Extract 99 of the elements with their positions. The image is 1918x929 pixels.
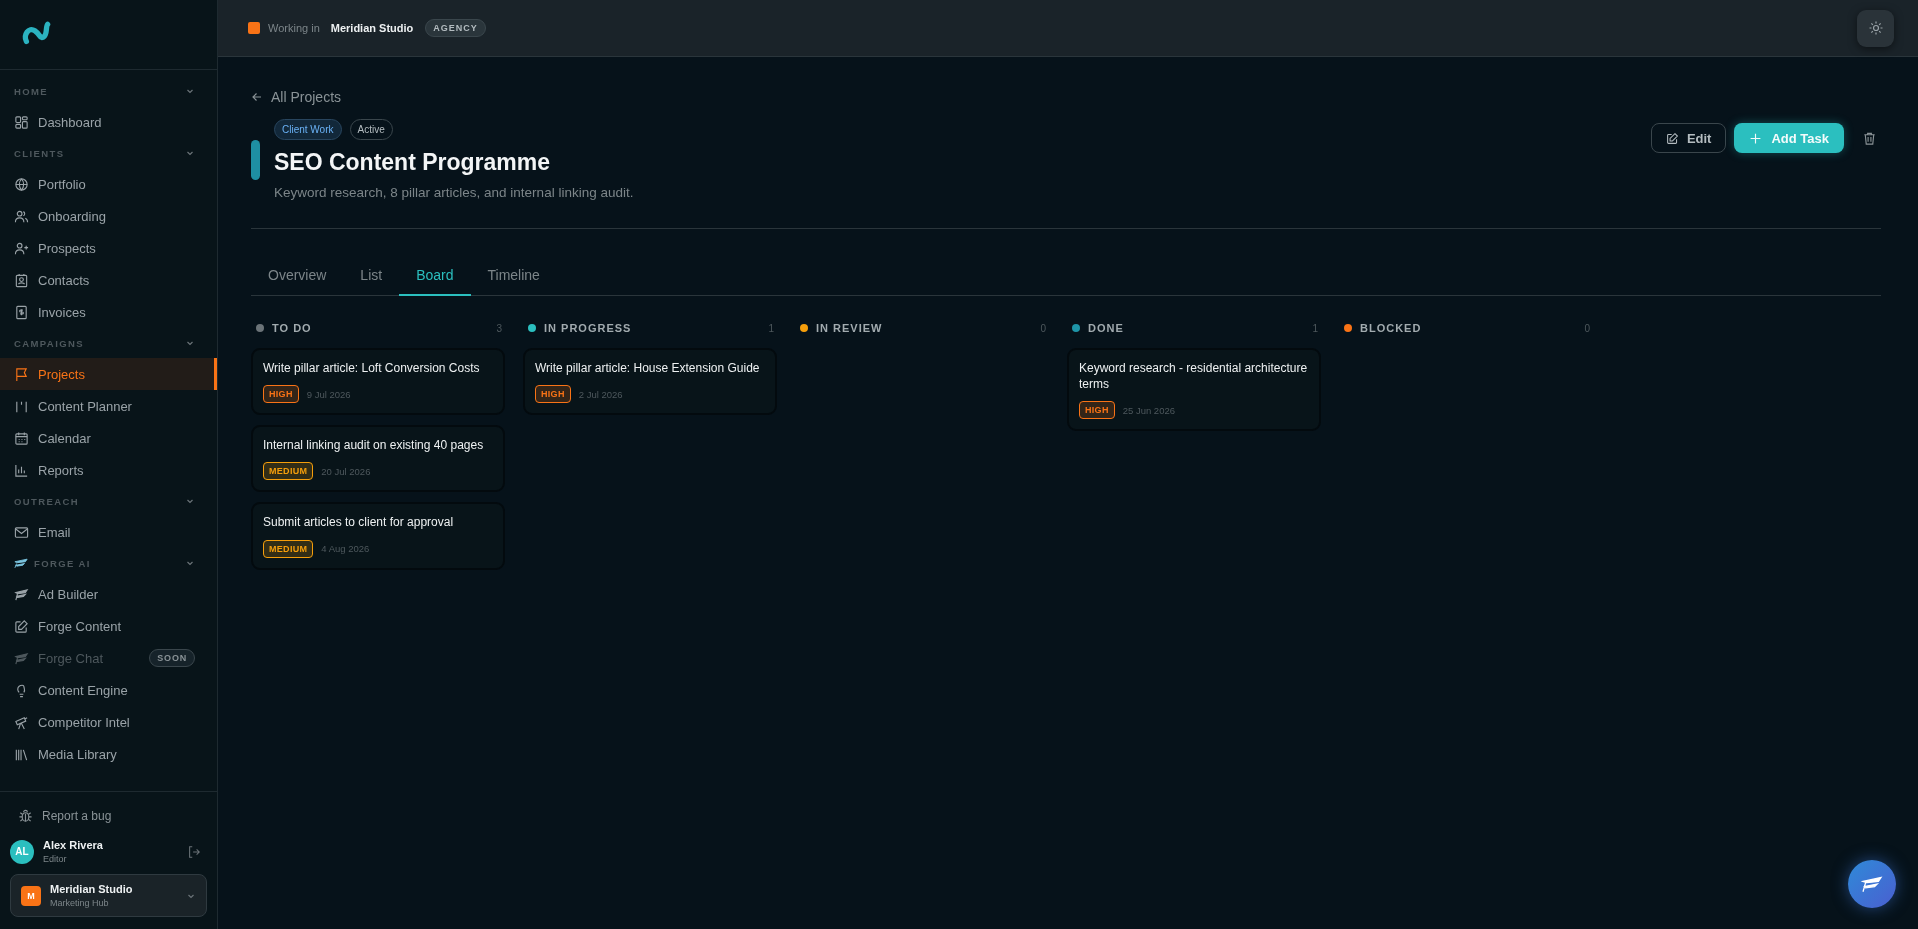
sidebar-item[interactable]: Email <box>0 516 217 548</box>
priority-tag: HIGH <box>263 385 299 404</box>
plus-icon <box>1749 131 1763 145</box>
report-bug-link[interactable]: Report a bug <box>10 804 207 829</box>
sidebar-item[interactable]: Competitor Intel <box>0 706 217 738</box>
task-title: Keyword research - residential architecture terms <box>1079 360 1309 393</box>
task-title: Write pillar article: Loft Conversion Costs <box>263 360 481 377</box>
column-title: BLOCKED <box>1360 322 1423 334</box>
working-in-label: Working in <box>268 22 320 34</box>
workspace-name: Meridian Studio <box>330 22 414 34</box>
column-title: DONE <box>1088 322 1125 334</box>
telescope-icon <box>14 714 29 730</box>
task-title: Internal linking audit on existing 40 pages <box>263 437 485 454</box>
column-title: IN REVIEW <box>816 322 884 334</box>
workspace-subtitle: Marketing Hub <box>50 898 110 908</box>
category-tag: Client Work <box>274 119 342 140</box>
flag-icon <box>14 366 29 382</box>
user-role: Editor <box>43 854 68 864</box>
calendar-icon <box>14 430 29 446</box>
column-count: 0 <box>1584 322 1590 334</box>
project-title: SEO Content Programme <box>274 149 552 176</box>
column-title: IN PROGRESS <box>544 322 633 334</box>
user-name: Alex Rivera <box>43 839 104 851</box>
workspace-switcher[interactable]: M Meridian Studio Marketing Hub <box>10 874 207 917</box>
edit-icon <box>1665 131 1679 145</box>
globe-icon <box>14 176 29 192</box>
sidebar-item[interactable]: Media Library <box>0 738 217 770</box>
task-card[interactable]: Write pillar article: House Extension Guide HIGH 2 Jul 2026 <box>523 348 777 416</box>
task-card[interactable]: Internal linking audit on existing 40 pages MEDIUM 20 Jul 2026 <box>251 425 505 493</box>
priority-tag: HIGH <box>535 385 571 404</box>
due-date: 2 Jul 2026 <box>578 388 623 400</box>
column-count: 0 <box>1040 322 1046 334</box>
sidebar-item[interactable]: Content Engine <box>0 674 217 706</box>
arrow-left-icon <box>251 91 263 103</box>
sidebar-item[interactable]: Invoices <box>0 296 217 328</box>
sidebar-item[interactable]: Portfolio <box>0 168 217 200</box>
sun-icon <box>1867 20 1884 36</box>
tab[interactable]: Board <box>399 259 471 296</box>
task-card[interactable]: Submit articles to client for approval MEDIUM 4 Aug 2026 <box>251 502 505 570</box>
contact-icon <box>14 272 29 288</box>
due-date: 25 Jun 2026 <box>1122 404 1175 416</box>
task-card[interactable]: Keyword research - residential architecture terms HIGH 25 Jun 2026 <box>1067 348 1321 432</box>
edit-button[interactable]: Edit <box>1650 123 1727 153</box>
section-label: OUTREACH <box>14 495 81 507</box>
priority-tag: MEDIUM <box>263 462 314 481</box>
column-count: 3 <box>496 322 502 334</box>
users-icon <box>14 208 29 224</box>
grid-icon <box>14 114 29 130</box>
sidebar-item[interactable]: Ad Builder <box>0 578 217 610</box>
bug-icon <box>18 808 33 823</box>
invoice-icon <box>14 304 29 320</box>
task-title: Submit articles to client for approval <box>263 514 455 531</box>
agency-badge: AGENCY <box>425 19 486 37</box>
sidebar-item[interactable]: Content Planner <box>0 390 217 422</box>
theme-toggle-button[interactable] <box>1857 9 1894 47</box>
project-description: Keyword research, 8 pillar articles, and internal linking audit. <box>274 185 635 200</box>
logout-icon[interactable] <box>187 844 201 859</box>
trash-icon[interactable] <box>1862 130 1877 146</box>
column-count: 1 <box>768 322 774 334</box>
due-date: 4 Aug 2026 <box>321 543 370 555</box>
forge-logo-icon <box>14 557 28 569</box>
chart-icon <box>14 462 29 478</box>
section-label: FORGE AI <box>34 557 92 569</box>
soon-badge: SOON <box>149 649 195 667</box>
assistant-button[interactable] <box>1848 860 1896 908</box>
project-color-bar <box>251 139 260 180</box>
column-count: 1 <box>1312 322 1318 334</box>
task-card[interactable]: Write pillar article: Loft Conversion Costs HIGH 9 Jul 2026 <box>251 348 505 416</box>
sidebar-item[interactable]: Onboarding <box>0 200 217 232</box>
workspace-avatar: M <box>21 885 41 906</box>
due-date: 20 Jul 2026 <box>321 465 371 477</box>
user-plus-icon <box>14 240 29 256</box>
mail-icon <box>14 524 29 540</box>
forge-logo-icon <box>1861 875 1883 893</box>
sidebar-item[interactable]: Forge Content <box>0 610 217 642</box>
priority-tag: MEDIUM <box>263 539 314 558</box>
priority-tag: HIGH <box>1079 401 1115 420</box>
section-label: CAMPAIGNS <box>14 337 85 349</box>
sidebar-item[interactable]: Calendar <box>0 422 217 454</box>
tab[interactable]: Timeline <box>470 259 557 296</box>
section-label: CLIENTS <box>14 147 66 159</box>
avatar: AL <box>10 839 34 864</box>
sidebar-item[interactable]: Projects <box>0 358 217 390</box>
forge-icon <box>14 586 29 602</box>
due-date: 9 Jul 2026 <box>306 388 351 400</box>
section-label: HOME <box>14 85 50 97</box>
tab[interactable]: List <box>343 259 400 296</box>
edit-icon <box>14 618 29 634</box>
sidebar-item[interactable]: Dashboard <box>0 106 217 138</box>
task-title: Write pillar article: House Extension Guide <box>535 360 761 377</box>
workspace-color-square <box>248 22 260 34</box>
sidebar-item[interactable]: Contacts <box>0 264 217 296</box>
forge-icon <box>14 650 29 666</box>
workspace-name: Meridian Studio <box>50 883 134 895</box>
sidebar-item[interactable]: Reports <box>0 454 217 486</box>
back-link[interactable]: All Projects <box>251 89 1881 105</box>
column-title: TO DO <box>272 322 313 334</box>
tab[interactable]: Overview <box>251 259 344 296</box>
sidebar-item[interactable]: Prospects <box>0 232 217 264</box>
